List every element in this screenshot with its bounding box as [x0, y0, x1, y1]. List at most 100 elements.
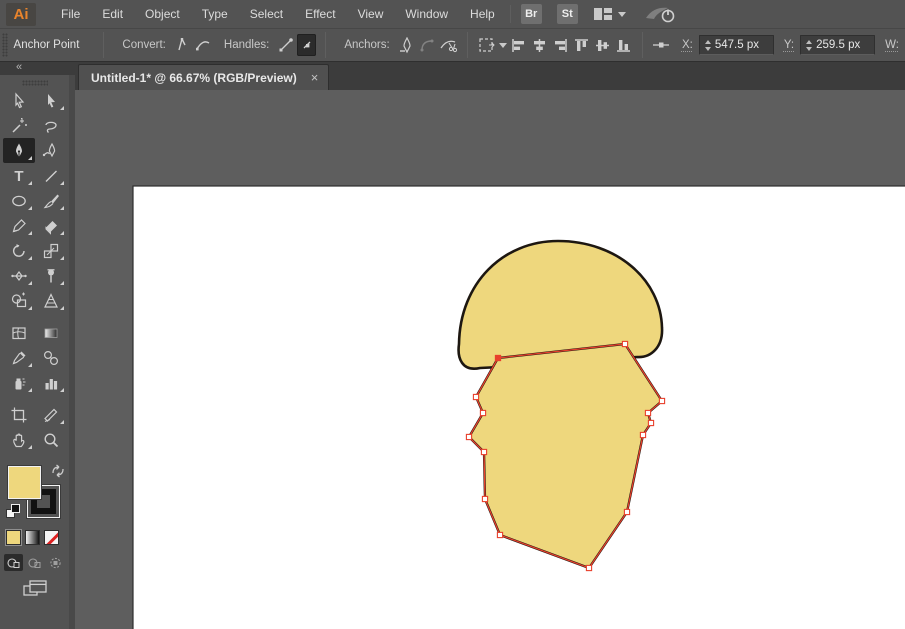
menu-item-select[interactable]: Select [239, 0, 294, 29]
type-tool[interactable]: T [3, 163, 35, 188]
fill-swatch[interactable] [8, 466, 41, 499]
none-mode-button[interactable] [44, 530, 59, 545]
round-corner-button[interactable] [418, 34, 437, 56]
anchor-point[interactable] [473, 394, 478, 399]
anchor-point[interactable] [645, 410, 650, 415]
rotate-tool[interactable] [3, 238, 35, 263]
menu-item-edit[interactable]: Edit [91, 0, 134, 29]
gpu-performance-icon[interactable] [644, 5, 678, 23]
column-graph-tool[interactable] [35, 370, 67, 395]
align-h-center-button[interactable] [530, 34, 549, 56]
anchor-point[interactable] [622, 341, 627, 346]
align-left-button[interactable] [509, 34, 528, 56]
eraser-icon [42, 217, 60, 235]
swap-fill-stroke-icon[interactable] [50, 464, 66, 483]
screen-mode-button[interactable] [22, 578, 48, 603]
distribute-button[interactable] [652, 34, 671, 56]
y-stepper[interactable] [801, 40, 816, 51]
anchor-point-selected[interactable] [495, 355, 500, 360]
anchor-point[interactable] [482, 496, 487, 501]
zoom-tool[interactable] [35, 427, 67, 452]
align-to-dropdown[interactable] [477, 34, 507, 56]
w-label[interactable]: W: [885, 39, 899, 51]
artboard-tool[interactable] [3, 402, 35, 427]
gradient-tool[interactable] [35, 320, 67, 345]
direct-selection-tool[interactable] [35, 88, 67, 113]
x-field[interactable] [699, 35, 774, 55]
remove-anchor-button[interactable] [397, 34, 416, 56]
eraser-tool[interactable] [35, 213, 67, 238]
hand-tool[interactable] [3, 427, 35, 452]
selection-tool[interactable] [3, 88, 35, 113]
workspace-switcher[interactable] [593, 7, 626, 21]
scale-tool[interactable] [35, 238, 67, 263]
convert-to-smooth-button[interactable] [194, 34, 213, 56]
draw-behind-button[interactable] [25, 554, 44, 571]
menu-item-object[interactable]: Object [134, 0, 191, 29]
magic-wand-tool[interactable] [3, 113, 35, 138]
mesh-tool[interactable] [3, 320, 35, 345]
align-bottom-button[interactable] [614, 34, 633, 56]
align-top-button[interactable] [572, 34, 591, 56]
hide-handles-button[interactable] [297, 34, 316, 56]
canvas-pasteboard[interactable] [75, 90, 905, 629]
perspective-grid-tool[interactable] [35, 288, 67, 313]
width-tool[interactable] [3, 263, 35, 288]
anchor-point[interactable] [480, 410, 485, 415]
symbol-sprayer-tool[interactable] [3, 370, 35, 395]
shape-builder-tool[interactable] [3, 288, 35, 313]
slice-tool[interactable] [35, 402, 67, 427]
menu-item-effect[interactable]: Effect [294, 0, 346, 29]
align-right-button[interactable] [551, 34, 570, 56]
anchor-point[interactable] [624, 509, 629, 514]
draw-normal-button[interactable] [4, 554, 23, 571]
panel-grip[interactable] [2, 33, 8, 57]
x-stepper[interactable] [700, 40, 715, 51]
svg-text:T: T [14, 168, 23, 185]
y-input[interactable] [816, 39, 874, 51]
menu-item-help[interactable]: Help [459, 0, 506, 29]
anchor-point[interactable] [497, 532, 502, 537]
menu-item-type[interactable]: Type [191, 0, 239, 29]
document-tab[interactable]: Untitled-1* @ 66.67% (RGB/Preview) × [78, 64, 329, 90]
panel-grip[interactable] [22, 80, 48, 86]
pen-tool[interactable] [3, 138, 35, 163]
ellipse-tool[interactable] [3, 188, 35, 213]
blend-tool[interactable] [35, 345, 67, 370]
convert-to-corner-button[interactable] [173, 34, 192, 56]
anchor-point[interactable] [640, 432, 645, 437]
anchor-point[interactable] [648, 420, 653, 425]
close-tab-icon[interactable]: × [311, 71, 319, 84]
anchor-point[interactable] [586, 565, 591, 570]
curvature-icon [42, 142, 60, 160]
menu-item-window[interactable]: Window [394, 0, 459, 29]
gradient-mode-button[interactable] [25, 530, 40, 545]
x-label[interactable]: X: [682, 39, 693, 51]
draw-inside-button[interactable] [46, 554, 65, 571]
menu-item-file[interactable]: File [50, 0, 91, 29]
anchor-point[interactable] [481, 449, 486, 454]
cut-path-button[interactable] [439, 34, 458, 56]
default-fill-stroke-icon[interactable] [6, 504, 20, 518]
pen-icon [10, 142, 28, 160]
lasso-tool[interactable] [35, 113, 67, 138]
x-input[interactable] [715, 39, 773, 51]
color-mode-button[interactable] [6, 530, 21, 545]
anchor-point[interactable] [659, 398, 664, 403]
y-label[interactable]: Y: [784, 39, 794, 51]
collapse-panel-button[interactable]: « [0, 62, 75, 75]
puppet-warp-tool[interactable] [35, 263, 67, 288]
curvature-tool[interactable] [35, 138, 67, 163]
bridge-button[interactable]: Br [521, 4, 542, 24]
anchor-point[interactable] [466, 434, 471, 439]
shaper-tool[interactable] [3, 213, 35, 238]
align-v-center-button[interactable] [593, 34, 612, 56]
menu-item-view[interactable]: View [347, 0, 395, 29]
tool-group-gap [3, 313, 67, 320]
y-field[interactable] [800, 35, 875, 55]
stock-button[interactable]: St [557, 4, 578, 24]
eyedropper-tool[interactable] [3, 345, 35, 370]
paintbrush-tool[interactable] [35, 188, 67, 213]
show-handles-button[interactable] [276, 34, 295, 56]
line-segment-tool[interactable] [35, 163, 67, 188]
